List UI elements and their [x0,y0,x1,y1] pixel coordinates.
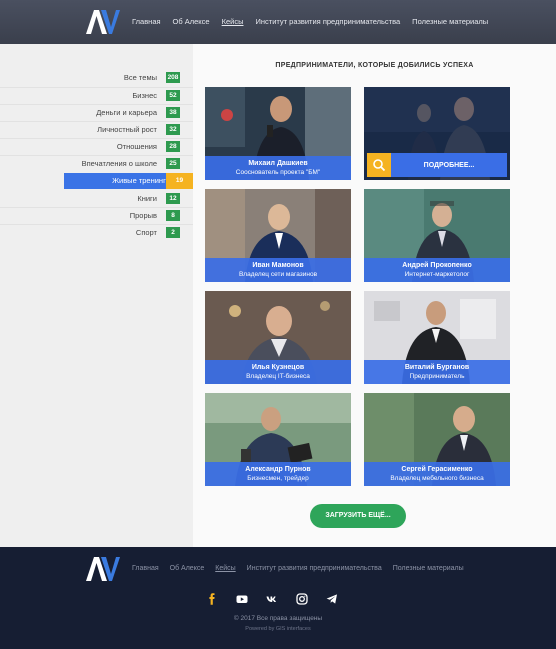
person-role: Владелец IT-бизнеса [246,373,310,380]
case-card[interactable]: Александр Пурнов Бизнесмен, трейдер [205,393,351,486]
case-card[interactable]: Михаил Дашкиев Сооснователь проекта "БМ" [205,87,351,180]
nav-cases[interactable]: Кейсы [222,17,244,26]
person-role: Владелец мебельного бизнеса [390,475,484,482]
sidebar-item-impressions[interactable]: Впечатления о школе 25 [0,156,193,172]
case-card-hovered[interactable]: ПОДРОБНЕЕ... [364,87,510,180]
page-title: ПРЕДПРИНИМАТЕЛИ, КОТОРЫЕ ДОБИЛИСЬ УСПЕХА [275,62,474,69]
person-role: Сооснователь проекта "БМ" [235,169,321,176]
sidebar-item-trainings[interactable]: Живые тренинги 19 [64,173,193,189]
cases-content: ПРЕДПРИНИМАТЕЛИ, КОТОРЫЕ ДОБИЛИСЬ УСПЕХА… [193,44,556,547]
sidebar-item-label: Все темы [123,73,157,82]
person-name: Александр Пурнов [245,466,311,473]
site-header: Главная Об Алексе Кейсы Институт развити… [0,0,556,44]
person-role: Бизнесмен, трейдер [247,475,309,482]
person-name: Сергей Герасименко [401,466,473,473]
nav-institute[interactable]: Институт развития предпринимательства [255,17,400,26]
card-caption: Виталий Бурганов Предприниматель [364,360,510,384]
sidebar-item-label: Живые тренинги [112,176,170,185]
sidebar-count-badge: 208 [166,72,180,83]
sidebar-item-label: Спорт [135,228,157,237]
sidebar-item-breakthrough[interactable]: Прорыв 8 [0,208,193,224]
nav-materials[interactable]: Полезные материалы [412,17,488,26]
sidebar-item-label: Отношения [116,142,157,151]
person-role: Предприниматель [409,373,465,380]
social-links [206,593,338,605]
footer-nav: Главная Об Алексе Кейсы Институт развити… [132,565,464,572]
case-card[interactable]: Сергей Герасименко Владелец мебельного б… [364,393,510,486]
sidebar-item-label: Деньги и карьера [96,108,157,117]
site-footer: Главная Об Алексе Кейсы Институт развити… [0,547,556,649]
sidebar-count-badge: 25 [166,158,180,169]
powered-by-text: Powered by GIS interfaces [245,626,311,632]
sidebar-item-label: Прорыв [129,211,157,220]
case-card[interactable]: Илья Кузнецов Владелец IT-бизнеса [205,291,351,384]
load-more-button[interactable]: ЗАГРУЗИТЬ ЕЩЁ... [310,504,406,528]
sidebar-item-books[interactable]: Книги 12 [0,191,193,207]
sidebar-item-relations[interactable]: Отношения 28 [0,139,193,155]
vk-icon[interactable] [266,593,278,605]
sidebar-item-label: Бизнес [132,91,157,100]
sidebar-item-business[interactable]: Бизнес 52 [0,88,193,104]
person-role: Интернет-маркетолог [404,271,470,278]
topic-sidebar: Все темы 208 Бизнес 52 Деньги и карьера … [0,44,193,547]
sidebar-count-badge: 8 [166,210,180,221]
footer-nav-about[interactable]: Об Алексе [170,565,205,572]
telegram-icon[interactable] [326,593,338,605]
more-button[interactable]: ПОДРОБНЕЕ... [367,153,507,177]
logo-icon[interactable] [86,557,120,581]
person-name: Виталий Бурганов [404,364,470,371]
person-name: Михаил Дашкиев [248,160,308,167]
facebook-icon[interactable] [206,593,218,605]
logo-icon[interactable] [86,10,120,34]
sidebar-item-label: Книги [137,194,157,203]
instagram-icon[interactable] [296,593,308,605]
sidebar-item-growth[interactable]: Личностный рост 32 [0,122,193,138]
case-card[interactable]: Виталий Бурганов Предприниматель [364,291,510,384]
sidebar-item-money[interactable]: Деньги и карьера 38 [0,105,193,121]
footer-nav-materials[interactable]: Полезные материалы [393,565,464,572]
nav-home[interactable]: Главная [132,17,161,26]
footer-nav-cases[interactable]: Кейсы [215,565,235,572]
footer-nav-institute[interactable]: Институт развития предпринимательства [247,565,382,572]
footer-nav-home[interactable]: Главная [132,565,159,572]
person-name: Андрей Прокопенко [402,262,472,269]
sidebar-item-label: Личностный рост [97,125,157,134]
card-caption: Илья Кузнецов Владелец IT-бизнеса [205,360,351,384]
card-caption: Иван Мамонов Владелец сети магазинов [205,258,351,282]
sidebar-count-badge: 52 [166,90,180,101]
copyright-text: © 2017 Все права защищены [233,615,323,622]
search-icon [367,153,391,177]
person-role: Владелец сети магазинов [238,271,318,278]
card-caption: Сергей Герасименко Владелец мебельного б… [364,462,510,486]
case-card[interactable]: Иван Мамонов Владелец сети магазинов [205,189,351,282]
sidebar-item-sport[interactable]: Спорт 2 [0,225,193,241]
sidebar-count-badge: 28 [166,141,180,152]
sidebar-item-all[interactable]: Все темы 208 [0,70,193,86]
card-caption: Андрей Прокопенко Интернет-маркетолог [364,258,510,282]
sidebar-count-badge: 19 [166,173,193,189]
sidebar-count-badge: 38 [166,107,180,118]
sidebar-count-badge: 2 [166,227,180,238]
sidebar-count-badge: 12 [166,193,180,204]
more-label: ПОДРОБНЕЕ... [423,161,475,169]
main-nav: Главная Об Алексе Кейсы Институт развити… [132,17,488,26]
card-caption: Александр Пурнов Бизнесмен, трейдер [205,462,351,486]
case-card[interactable]: Андрей Прокопенко Интернет-маркетолог [364,189,510,282]
card-caption: Михаил Дашкиев Сооснователь проекта "БМ" [205,156,351,180]
sidebar-count-badge: 32 [166,124,180,135]
person-name: Иван Мамонов [252,262,304,269]
sidebar-item-label: Впечатления о школе [81,159,157,168]
nav-about[interactable]: Об Алексе [173,17,210,26]
person-name: Илья Кузнецов [251,364,305,371]
youtube-icon[interactable] [236,593,248,605]
